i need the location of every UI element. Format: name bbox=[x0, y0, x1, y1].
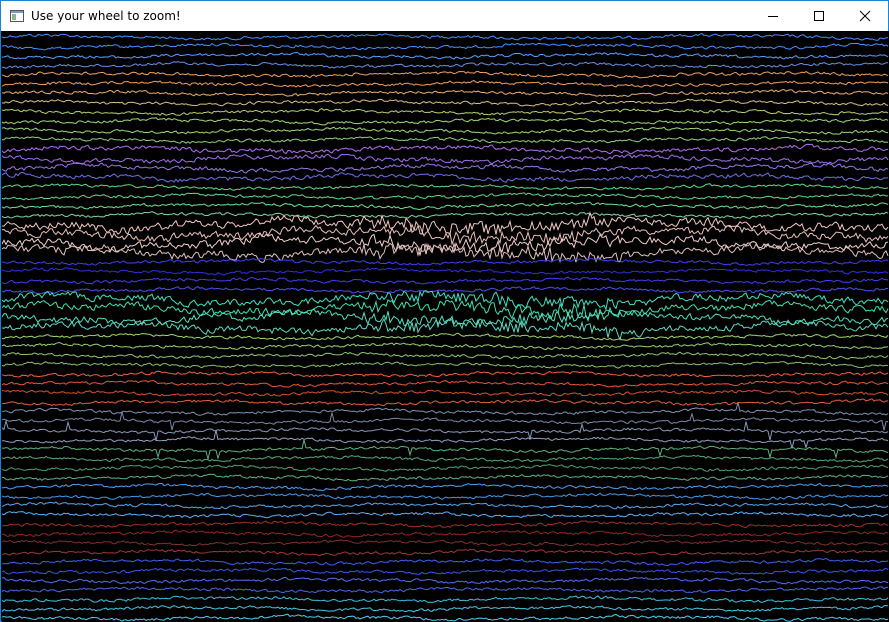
close-icon bbox=[859, 10, 871, 22]
signal-trace bbox=[2, 389, 889, 397]
signal-trace bbox=[2, 418, 889, 441]
signal-trace bbox=[2, 61, 889, 69]
signal-trace bbox=[2, 411, 889, 431]
signal-trace bbox=[2, 482, 889, 492]
signal-traces[interactable] bbox=[2, 31, 889, 622]
signal-trace bbox=[2, 492, 889, 501]
signal-trace bbox=[2, 183, 889, 191]
window-title: Use your wheel to zoom! bbox=[31, 9, 181, 23]
signal-trace bbox=[2, 289, 889, 311]
signal-trace bbox=[2, 241, 889, 264]
signal-trace bbox=[2, 70, 889, 79]
signal-trace bbox=[2, 126, 889, 135]
signal-trace bbox=[2, 223, 889, 247]
signal-plot-canvas[interactable] bbox=[2, 31, 889, 622]
signal-trace bbox=[2, 267, 889, 276]
minimize-icon bbox=[768, 16, 778, 17]
signal-trace bbox=[2, 511, 889, 519]
signal-trace bbox=[2, 539, 889, 547]
signal-trace bbox=[2, 258, 889, 266]
signal-trace bbox=[2, 361, 889, 369]
signal-trace bbox=[2, 464, 889, 472]
signal-trace bbox=[2, 439, 889, 461]
signal-trace bbox=[2, 51, 889, 60]
signal-trace bbox=[2, 351, 889, 360]
signal-trace bbox=[2, 306, 889, 329]
signal-trace bbox=[2, 33, 888, 41]
signal-trace bbox=[2, 276, 889, 285]
signal-trace bbox=[2, 201, 889, 211]
signal-trace bbox=[2, 211, 889, 219]
signal-trace bbox=[2, 286, 889, 295]
signal-trace bbox=[2, 162, 889, 174]
title-bar[interactable]: Use your wheel to zoom! bbox=[1, 1, 888, 31]
app-window-icon bbox=[9, 8, 25, 24]
signal-trace bbox=[2, 315, 889, 342]
signal-trace bbox=[2, 98, 889, 107]
app-window: Use your wheel to zoom! bbox=[0, 0, 889, 622]
signal-trace bbox=[2, 595, 889, 604]
signal-trace bbox=[2, 136, 889, 144]
signal-trace bbox=[2, 398, 889, 407]
signal-trace bbox=[2, 342, 889, 351]
signal-trace bbox=[2, 529, 889, 538]
signal-trace bbox=[2, 501, 889, 510]
signal-trace bbox=[2, 153, 889, 165]
signal-trace bbox=[2, 370, 889, 378]
signal-trace bbox=[2, 567, 889, 575]
signal-trace bbox=[2, 473, 889, 482]
window-controls bbox=[750, 1, 888, 31]
signal-trace bbox=[2, 88, 889, 98]
signal-trace bbox=[2, 143, 889, 155]
signal-trace bbox=[2, 192, 889, 201]
signal-trace bbox=[2, 454, 889, 463]
signal-trace bbox=[2, 576, 889, 585]
signal-trace bbox=[2, 117, 889, 126]
signal-trace bbox=[2, 108, 889, 116]
maximize-icon bbox=[814, 11, 824, 21]
signal-trace bbox=[2, 557, 889, 567]
signal-trace bbox=[2, 80, 889, 88]
signal-trace bbox=[2, 520, 889, 529]
signal-trace bbox=[2, 548, 889, 557]
signal-trace bbox=[2, 613, 889, 622]
signal-trace bbox=[2, 379, 889, 388]
signal-trace bbox=[2, 604, 889, 613]
maximize-button[interactable] bbox=[796, 1, 842, 31]
close-button[interactable] bbox=[842, 1, 888, 31]
signal-trace bbox=[2, 171, 889, 183]
signal-trace bbox=[2, 42, 889, 51]
signal-trace bbox=[2, 402, 889, 416]
signal-trace bbox=[2, 332, 889, 341]
signal-trace bbox=[2, 586, 888, 594]
minimize-button[interactable] bbox=[750, 1, 796, 31]
